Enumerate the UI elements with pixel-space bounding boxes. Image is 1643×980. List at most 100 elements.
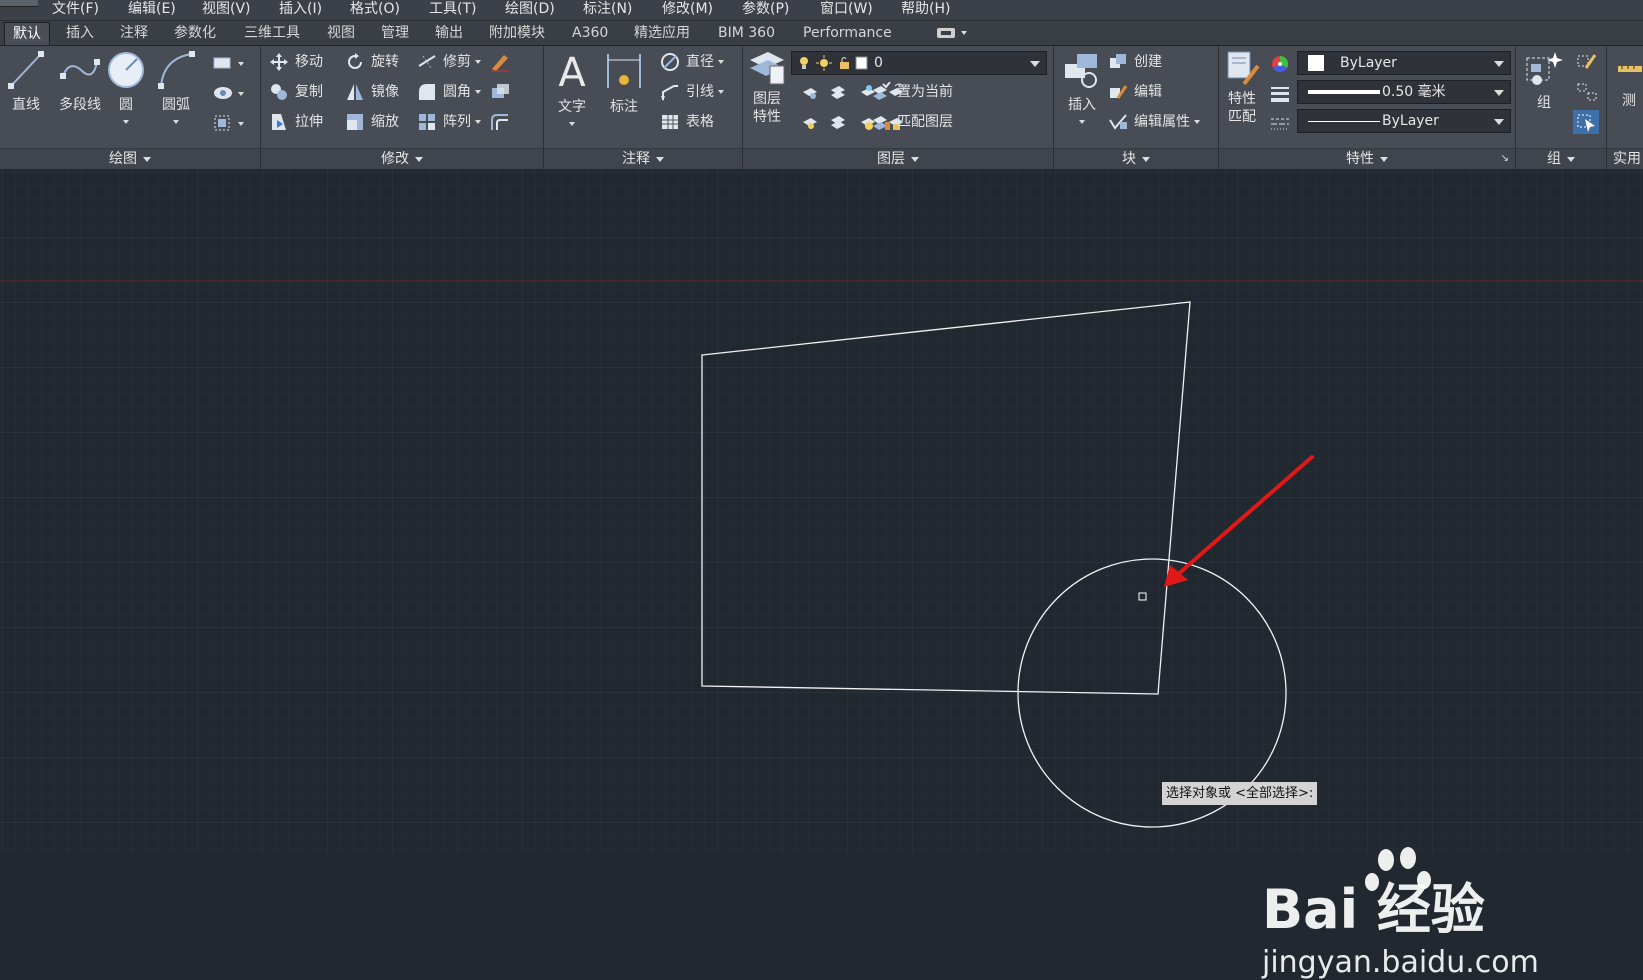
layer-dropdown[interactable]: 0 — [791, 51, 1047, 75]
tab-annotate[interactable]: 注释 — [120, 22, 148, 44]
menu-draw[interactable]: 绘图(D) — [505, 0, 555, 20]
text-button[interactable]: A 文字 — [552, 50, 592, 132]
menu-help[interactable]: 帮助(H) — [901, 0, 950, 20]
set-current-button[interactable]: 置为当前 — [871, 80, 953, 104]
menu-parametric[interactable]: 参数(P) — [742, 0, 789, 20]
group-button[interactable]: 组 — [1524, 50, 1564, 112]
lineweight-dropdown[interactable]: 0.50 毫米 — [1297, 80, 1511, 104]
tab-default[interactable]: 默认 — [4, 22, 50, 45]
menu-window[interactable]: 窗口(W) — [820, 0, 873, 20]
tab-bim360[interactable]: BIM 360 — [718, 22, 775, 44]
stretch-button[interactable]: 拉伸 — [269, 110, 323, 134]
insert-block-button[interactable]: 插入 — [1060, 50, 1104, 130]
menu-insert[interactable]: 插入(I) — [279, 0, 322, 20]
leader-button[interactable]: 引线 — [660, 80, 725, 104]
ungroup-icon[interactable] — [1576, 82, 1598, 102]
menu-format[interactable]: 格式(O) — [350, 0, 400, 20]
trim-button[interactable]: 修剪 — [417, 50, 482, 74]
circle-button[interactable]: 圆 — [106, 50, 146, 130]
hatch-icon[interactable] — [212, 84, 246, 102]
tab-performance[interactable]: Performance — [803, 22, 892, 44]
layer-properties-label-2: 特性 — [753, 109, 781, 125]
tab-output[interactable]: 输出 — [435, 22, 463, 44]
region-icon[interactable] — [212, 114, 246, 132]
panel-display-toggle-icon[interactable] — [936, 25, 970, 41]
panel-annotation-title[interactable]: 注释 — [544, 148, 742, 169]
match-properties-button[interactable]: 特性 匹配 — [1223, 50, 1261, 126]
insert-block-dropdown-icon[interactable] — [1079, 120, 1085, 124]
scale-button[interactable]: 缩放 — [345, 110, 399, 134]
erase-icon[interactable] — [489, 52, 511, 72]
move-button[interactable]: 移动 — [269, 50, 323, 74]
offset-icon[interactable] — [489, 112, 511, 132]
menu-tools[interactable]: 工具(T) — [429, 0, 476, 20]
copy-button[interactable]: 复制 — [269, 80, 323, 104]
model-space — [0, 169, 1643, 853]
leader-dropdown-icon[interactable] — [718, 90, 725, 94]
measure-button[interactable]: 测 — [1615, 50, 1643, 110]
arc-dropdown-icon[interactable] — [173, 120, 179, 124]
drawing-canvas[interactable]: 选择对象或 <全部选择>: Bai 经验 jingyan.baidu.com — [0, 169, 1643, 980]
text-dropdown-icon[interactable] — [569, 122, 575, 126]
tab-insert[interactable]: 插入 — [66, 22, 94, 44]
fillet-button[interactable]: 圆角 — [417, 80, 482, 104]
dimension-button[interactable]: 标注 — [602, 50, 646, 116]
group-edit-icon[interactable] — [1576, 52, 1598, 72]
match-layer-button[interactable]: 匹配图层 — [871, 110, 953, 134]
rotate-button[interactable]: 旋转 — [345, 50, 399, 74]
menu-edit[interactable]: 编辑(E) — [128, 0, 176, 20]
circle-dropdown-icon[interactable] — [123, 120, 129, 124]
panel-modify-title[interactable]: 修改 — [261, 148, 543, 169]
tab-featured-apps[interactable]: 精选应用 — [634, 22, 690, 44]
array-dropdown-icon[interactable] — [475, 120, 482, 124]
tab-manage[interactable]: 管理 — [381, 22, 409, 44]
group-selection-toggle-icon[interactable] — [1573, 110, 1599, 134]
diameter-button[interactable]: 直径 — [660, 50, 725, 74]
menu-view[interactable]: 视图(V) — [202, 0, 251, 20]
edit-attributes-dropdown-icon[interactable] — [1194, 120, 1201, 124]
panel-utilities-title[interactable]: 实用 — [1607, 148, 1643, 169]
tab-addins[interactable]: 附加模块 — [489, 22, 545, 44]
linetype-dropdown-value: ByLayer — [1382, 113, 1439, 129]
menu-modify[interactable]: 修改(M) — [662, 0, 713, 20]
circle-icon — [108, 52, 144, 88]
panel-properties-title[interactable]: 特性 ↘ — [1219, 148, 1515, 169]
create-block-button[interactable]: 创建 — [1108, 50, 1162, 74]
tab-view[interactable]: 视图 — [327, 22, 355, 44]
trim-dropdown-icon[interactable] — [475, 60, 482, 64]
tab-a360[interactable]: A360 — [572, 22, 608, 44]
trim-icon — [418, 55, 436, 69]
arc-button[interactable]: 圆弧 — [156, 50, 196, 130]
linetype-dropdown[interactable]: ByLayer — [1297, 109, 1511, 133]
array-button[interactable]: 阵列 — [417, 110, 482, 134]
tab-3d-tools[interactable]: 三维工具 — [244, 22, 300, 44]
panel-utilities-title-label: 实用 — [1613, 151, 1641, 167]
panel-block-title[interactable]: 块 — [1054, 148, 1218, 169]
edit-block-button[interactable]: 编辑 — [1108, 80, 1162, 104]
explode-icon[interactable] — [489, 82, 511, 102]
fillet-dropdown-icon[interactable] — [475, 90, 482, 94]
menu-dimension[interactable]: 标注(N) — [583, 0, 632, 20]
panel-layers-title[interactable]: 图层 — [743, 148, 1053, 169]
layer-properties-button[interactable]: 图层 特性 — [747, 50, 787, 126]
edit-attributes-button[interactable]: 编辑属性 — [1108, 110, 1201, 134]
application-button[interactable] — [0, 0, 38, 7]
polyline-button[interactable]: 多段线 — [52, 50, 108, 114]
match-properties-label-2: 匹配 — [1228, 109, 1256, 125]
table-button[interactable]: 表格 — [660, 110, 714, 134]
panel-groups-title[interactable]: 组 — [1516, 148, 1606, 169]
menu-file[interactable]: 文件(F) — [52, 0, 99, 20]
ribbon-tab-bar: 默认 插入 注释 参数化 三维工具 视图 管理 输出 附加模块 A360 精选应… — [0, 21, 1643, 46]
panel-draw-title[interactable]: 绘图 — [0, 148, 260, 169]
edit-block-icon — [1110, 85, 1128, 99]
rectangle-icon[interactable] — [212, 54, 246, 72]
diameter-dropdown-icon[interactable] — [718, 60, 725, 64]
line-button[interactable]: 直线 — [6, 50, 46, 114]
mirror-label: 镜像 — [371, 84, 399, 100]
tab-parametric[interactable]: 参数化 — [174, 22, 216, 44]
properties-dialog-launcher-icon[interactable]: ↘ — [1501, 149, 1509, 169]
arc-icon — [158, 51, 195, 89]
lineweight-dropdown-arrow-icon — [1494, 90, 1504, 96]
color-dropdown[interactable]: ByLayer — [1297, 51, 1511, 75]
mirror-button[interactable]: 镜像 — [345, 80, 399, 104]
